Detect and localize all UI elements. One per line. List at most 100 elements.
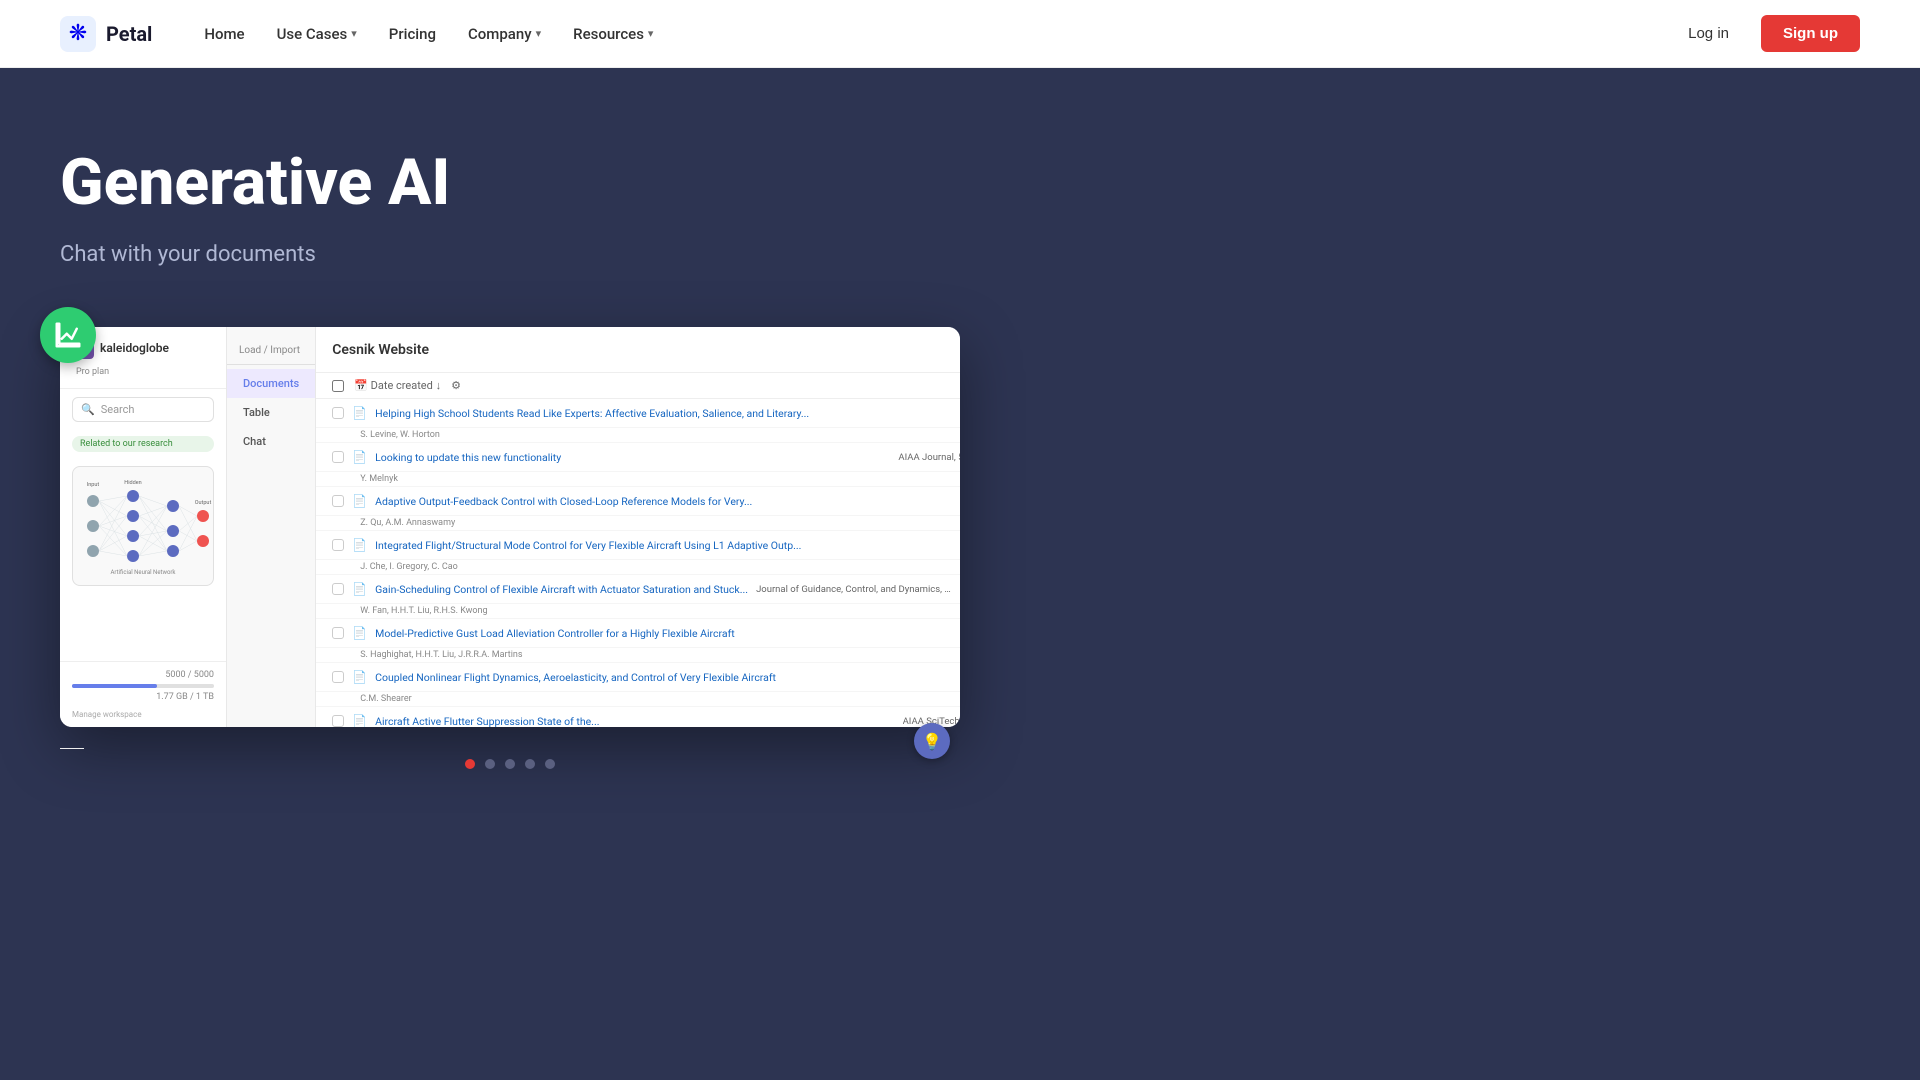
nav-table[interactable]: Table bbox=[227, 398, 315, 427]
filter-date[interactable]: 📅 Date created ↓ bbox=[354, 379, 441, 392]
navbar-right: Log in Sign up bbox=[1672, 15, 1860, 52]
doc-file-icon: 📄 bbox=[352, 450, 367, 464]
doc-checkbox[interactable] bbox=[332, 627, 344, 639]
nav-documents[interactable]: Documents bbox=[227, 369, 315, 398]
storage-fill bbox=[72, 684, 157, 688]
doc-file-icon: 📄 bbox=[352, 582, 367, 596]
related-tag: Related to our research bbox=[72, 436, 214, 452]
company-chevron-icon: ▾ bbox=[536, 27, 542, 40]
login-button[interactable]: Log in bbox=[1672, 17, 1745, 50]
doc-checkbox[interactable] bbox=[332, 583, 344, 595]
workspace-title: Cesnik Website bbox=[332, 342, 429, 358]
doc-file-icon: 📄 bbox=[352, 406, 367, 420]
doc-author-row: J. Che, I. Gregory, C. Cao bbox=[316, 560, 960, 575]
table-row: 📄 Gain-Scheduling Control of Flexible Ai… bbox=[316, 575, 960, 604]
nav-chat[interactable]: Chat bbox=[227, 427, 315, 456]
storage-footer: 5000 / 5000 1.77 GB / 1 TB Manage worksp… bbox=[60, 661, 226, 727]
doc-file-icon: 📄 bbox=[352, 626, 367, 640]
doc-author-row: W. Fan, H.H.T. Liu, R.H.S. Kwong bbox=[316, 604, 960, 619]
doc-title: Looking to update this new functionality bbox=[375, 451, 890, 464]
document-list-panel: Cesnik Website 🔍 Search documents 📅 Date… bbox=[316, 327, 960, 727]
doc-file-icon: 📄 bbox=[352, 670, 367, 684]
storage-count: 5000 / 5000 bbox=[72, 670, 214, 680]
pagination-dot-5[interactable] bbox=[545, 759, 555, 769]
doc-title: Adaptive Output-Feedback Control with Cl… bbox=[375, 495, 960, 508]
table-row: 📄 Aircraft Active Flutter Suppression St… bbox=[316, 707, 960, 727]
table-row: 📄 Looking to update this new functionali… bbox=[316, 443, 960, 472]
hero-subtitle: Chat with your documents bbox=[60, 242, 1860, 267]
app-window: k kaleidoglobe Pro plan 🔍 Search Related… bbox=[60, 327, 960, 727]
signup-button[interactable]: Sign up bbox=[1761, 15, 1860, 52]
doc-author-row: Y. Melnyk bbox=[316, 472, 960, 487]
file-panel: k kaleidoglobe Pro plan 🔍 Search Related… bbox=[60, 327, 227, 727]
table-row: 📄 Adaptive Output-Feedback Control with … bbox=[316, 487, 960, 516]
table-row: 📄 Helping High School Students Read Like… bbox=[316, 399, 960, 428]
doc-checkbox[interactable] bbox=[332, 715, 344, 727]
svg-text:Input: Input bbox=[87, 482, 100, 488]
floating-logo-icon bbox=[40, 307, 96, 363]
nav-resources[interactable]: Resources ▾ bbox=[561, 17, 665, 51]
svg-text:Hidden: Hidden bbox=[124, 480, 141, 486]
doc-title: Aircraft Active Flutter Suppression Stat… bbox=[375, 715, 894, 728]
hero-section: Generative AI Chat with your documents k… bbox=[0, 68, 1920, 1080]
doc-journal: AIAA Journal, 51 (2013), pp. 330- bbox=[898, 452, 960, 463]
table-row: 📄 Model-Predictive Gust Load Alleviation… bbox=[316, 619, 960, 648]
document-list: 📄 Helping High School Students Read Like… bbox=[316, 399, 960, 727]
storage-gb: 1.77 GB / 1 TB bbox=[72, 692, 214, 702]
doc-author-row: Z. Qu, A.M. Annaswamy bbox=[316, 516, 960, 531]
doc-title: Integrated Flight/Structural Mode Contro… bbox=[375, 539, 960, 552]
filter-icon[interactable]: ⚙ bbox=[451, 379, 461, 392]
svg-text:Artificial Neural Network: Artificial Neural Network bbox=[111, 569, 177, 576]
neural-net-preview: Artificial Neural Network Input Hidden O… bbox=[72, 466, 214, 586]
plan-badge: Pro plan bbox=[76, 367, 109, 377]
app-mockup: k kaleidoglobe Pro plan 🔍 Search Related… bbox=[60, 327, 960, 769]
doc-file-icon: 📄 bbox=[352, 494, 367, 508]
logo[interactable]: ❋ Petal bbox=[60, 16, 152, 52]
table-row: 📄 Coupled Nonlinear Flight Dynamics, Aer… bbox=[316, 663, 960, 692]
doc-file-icon: 📄 bbox=[352, 538, 367, 552]
nav-panel: Load / Import Documents Table Chat bbox=[227, 327, 316, 727]
nav-links: Home Use Cases ▾ Pricing Company ▾ Resou… bbox=[192, 17, 665, 51]
upload-label: Load / Import bbox=[227, 337, 315, 365]
doc-checkbox[interactable] bbox=[332, 495, 344, 507]
doc-author-row: S. Haghighat, H.H.T. Liu, J.R.R.A. Marti… bbox=[316, 648, 960, 663]
doc-checkbox[interactable] bbox=[332, 451, 344, 463]
doc-title: Coupled Nonlinear Flight Dynamics, Aeroe… bbox=[375, 671, 960, 684]
select-all-checkbox[interactable] bbox=[332, 380, 344, 392]
file-search[interactable]: 🔍 Search bbox=[72, 397, 214, 422]
pagination-dot-4[interactable] bbox=[525, 759, 535, 769]
use-cases-chevron-icon: ▾ bbox=[351, 27, 357, 40]
doc-author-row: S. Levine, W. Horton bbox=[316, 428, 960, 443]
neural-network-diagram: Artificial Neural Network Input Hidden O… bbox=[73, 476, 213, 576]
doc-title: Helping High School Students Read Like E… bbox=[375, 407, 960, 420]
table-row: 📄 Integrated Flight/Structural Mode Cont… bbox=[316, 531, 960, 560]
nav-home[interactable]: Home bbox=[192, 17, 256, 51]
logo-icon: ❋ bbox=[60, 16, 96, 52]
nav-use-cases[interactable]: Use Cases ▾ bbox=[265, 17, 369, 51]
doc-filters: 📅 Date created ↓ ⚙ bbox=[316, 373, 960, 399]
manage-workspace-label: Manage workspace bbox=[72, 710, 214, 719]
storage-bar bbox=[72, 684, 214, 688]
logo-text: Petal bbox=[106, 22, 152, 46]
doc-checkbox[interactable] bbox=[332, 407, 344, 419]
pagination-dot-2[interactable] bbox=[485, 759, 495, 769]
hero-title: Generative AI bbox=[60, 148, 660, 218]
doc-title: Model-Predictive Gust Load Alleviation C… bbox=[375, 627, 960, 640]
nav-company[interactable]: Company ▾ bbox=[456, 17, 553, 51]
file-search-placeholder: Search bbox=[101, 403, 135, 416]
chart-icon bbox=[53, 320, 83, 350]
doc-checkbox[interactable] bbox=[332, 539, 344, 551]
navbar-left: ❋ Petal Home Use Cases ▾ Pricing Company… bbox=[60, 16, 665, 52]
workspace-name: kaleidoglobe bbox=[100, 341, 169, 355]
svg-text:Output: Output bbox=[195, 500, 212, 506]
resources-chevron-icon: ▾ bbox=[648, 27, 654, 40]
doc-file-icon: 📄 bbox=[352, 714, 367, 727]
doc-checkbox[interactable] bbox=[332, 671, 344, 683]
pagination-dot-3[interactable] bbox=[505, 759, 515, 769]
nav-pricing[interactable]: Pricing bbox=[377, 17, 448, 51]
navbar: ❋ Petal Home Use Cases ▾ Pricing Company… bbox=[0, 0, 1920, 68]
pagination-dots bbox=[60, 759, 960, 769]
logo-flower-icon: ❋ bbox=[69, 21, 87, 46]
doc-author-row: C.M. Shearer bbox=[316, 692, 960, 707]
pagination-dot-1[interactable] bbox=[465, 759, 475, 769]
